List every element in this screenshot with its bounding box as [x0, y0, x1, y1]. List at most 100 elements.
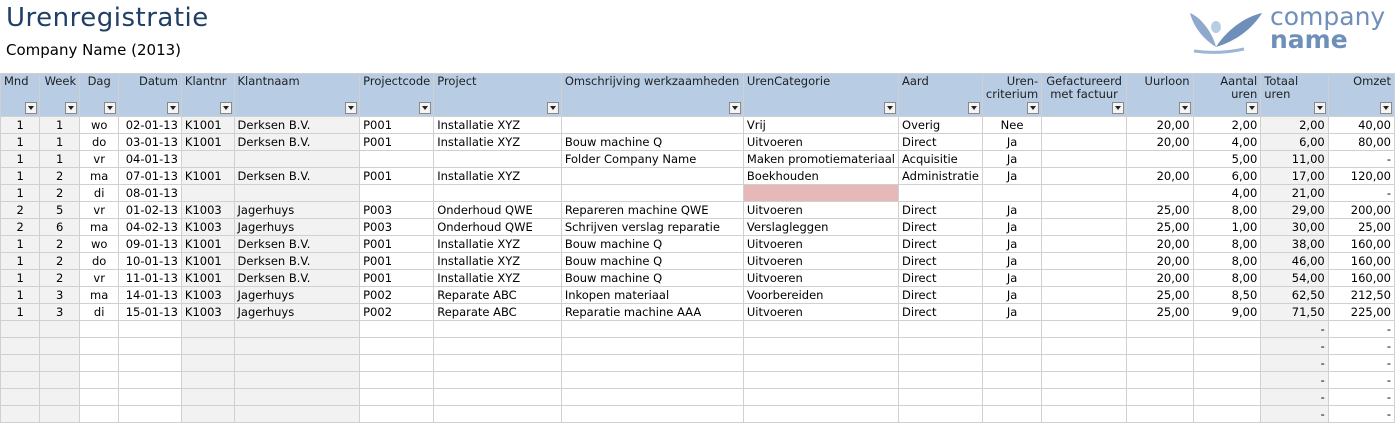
cell-uurloon[interactable]: 20,00 — [1125, 252, 1194, 270]
cell-omschrijving-werkzaamheden[interactable] — [560, 388, 744, 406]
cell-week[interactable]: 2 — [39, 184, 81, 202]
cell-aard[interactable]: Acquisitie — [898, 150, 983, 168]
cell-dag[interactable]: ma — [79, 167, 120, 185]
cell-uren-criterium[interactable]: Ja — [981, 286, 1043, 304]
cell-urencategorie[interactable] — [742, 371, 900, 389]
cell-datum[interactable]: 15-01-13 — [118, 303, 182, 321]
cell-project[interactable]: Installatie XYZ — [433, 167, 562, 185]
cell-project[interactable] — [433, 371, 562, 389]
cell-totaal-uren[interactable]: 6,00 — [1260, 133, 1329, 151]
cell-totaal-uren[interactable]: 62,50 — [1260, 286, 1329, 304]
cell-projectcode[interactable]: P001 — [359, 133, 435, 151]
cell-aard[interactable] — [898, 354, 983, 372]
cell-project[interactable]: Installatie XYZ — [433, 269, 562, 287]
cell-aard[interactable]: Direct — [898, 133, 983, 151]
cell-uren-criterium[interactable]: Ja — [981, 150, 1043, 168]
cell-aantal-uren[interactable] — [1192, 388, 1262, 406]
cell-datum[interactable]: 11-01-13 — [118, 269, 182, 287]
cell-totaal-uren[interactable]: 30,00 — [1260, 218, 1329, 236]
cell-week[interactable]: 1 — [39, 116, 81, 134]
cell-urencategorie[interactable]: Vrij — [742, 116, 900, 134]
cell-klantnaam[interactable]: Derksen B.V. — [233, 252, 361, 270]
cell-project[interactable] — [433, 405, 562, 423]
cell-klantnr[interactable] — [180, 337, 235, 355]
cell-project[interactable]: Reparate ABC — [433, 286, 562, 304]
cell-aantal-uren[interactable]: 4,00 — [1192, 133, 1262, 151]
cell-uren-criterium[interactable] — [981, 320, 1043, 338]
cell-week[interactable]: 1 — [39, 133, 81, 151]
cell-datum[interactable]: 03-01-13 — [118, 133, 182, 151]
cell-mnd[interactable] — [0, 337, 41, 355]
cell-totaal-uren[interactable]: 71,50 — [1260, 303, 1329, 321]
cell-mnd[interactable]: 1 — [0, 252, 41, 270]
cell-aard[interactable]: Direct — [898, 235, 983, 253]
cell-uurloon[interactable] — [1125, 184, 1194, 202]
cell-projectcode[interactable]: P001 — [359, 167, 435, 185]
cell-projectcode[interactable]: P003 — [359, 201, 435, 219]
cell-totaal-uren[interactable]: - — [1260, 405, 1329, 423]
cell-uurloon[interactable] — [1125, 371, 1194, 389]
cell-omzet[interactable]: 25,00 — [1327, 218, 1395, 236]
cell-uren-criterium[interactable] — [981, 337, 1043, 355]
filter-dropdown-icon[interactable] — [728, 102, 741, 114]
cell-aantal-uren[interactable]: 5,00 — [1192, 150, 1262, 168]
cell-gefactureerd-met-factuur[interactable] — [1041, 286, 1127, 304]
cell-week[interactable]: 1 — [39, 150, 81, 168]
cell-uurloon[interactable]: 20,00 — [1125, 235, 1194, 253]
cell-urencategorie[interactable]: Maken promotiemateriaal — [742, 150, 900, 168]
cell-klantnaam[interactable]: Derksen B.V. — [233, 235, 361, 253]
cell-omschrijving-werkzaamheden[interactable]: Folder Company Name — [560, 150, 744, 168]
cell-mnd[interactable] — [0, 320, 41, 338]
cell-datum[interactable]: 02-01-13 — [118, 116, 182, 134]
cell-omzet[interactable]: 120,00 — [1327, 167, 1395, 185]
cell-projectcode[interactable] — [359, 320, 435, 338]
cell-omschrijving-werkzaamheden[interactable]: Bouw machine Q — [560, 252, 744, 270]
filter-dropdown-icon[interactable] — [65, 102, 78, 114]
cell-gefactureerd-met-factuur[interactable] — [1041, 218, 1127, 236]
cell-urencategorie[interactable]: Boekhouden — [742, 167, 900, 185]
cell-projectcode[interactable]: P002 — [359, 286, 435, 304]
cell-klantnaam[interactable]: Derksen B.V. — [233, 116, 361, 134]
cell-klantnaam[interactable]: Jagerhuys — [233, 303, 361, 321]
cell-aantal-uren[interactable]: 8,00 — [1192, 269, 1262, 287]
cell-gefactureerd-met-factuur[interactable] — [1041, 303, 1127, 321]
cell-uren-criterium[interactable]: Ja — [981, 235, 1043, 253]
cell-aantal-uren[interactable]: 8,00 — [1192, 252, 1262, 270]
cell-klantnaam[interactable]: Derksen B.V. — [233, 167, 361, 185]
cell-omschrijving-werkzaamheden[interactable] — [560, 354, 744, 372]
cell-week[interactable]: 2 — [39, 269, 81, 287]
cell-aard[interactable]: Direct — [898, 252, 983, 270]
cell-klantnr[interactable] — [180, 354, 235, 372]
cell-urencategorie[interactable] — [742, 320, 900, 338]
cell-urencategorie[interactable]: Uitvoeren — [742, 303, 900, 321]
cell-gefactureerd-met-factuur[interactable] — [1041, 320, 1127, 338]
cell-project[interactable]: Installatie XYZ — [433, 133, 562, 151]
cell-totaal-uren[interactable]: - — [1260, 337, 1329, 355]
cell-omzet[interactable]: 225,00 — [1327, 303, 1395, 321]
cell-aantal-uren[interactable]: 8,00 — [1192, 201, 1262, 219]
filter-dropdown-icon[interactable] — [1313, 102, 1326, 114]
filter-dropdown-icon[interactable] — [1111, 102, 1124, 114]
cell-uurloon[interactable] — [1125, 354, 1194, 372]
cell-omzet[interactable]: 160,00 — [1327, 235, 1395, 253]
cell-mnd[interactable] — [0, 388, 41, 406]
cell-klantnr[interactable]: K1001 — [180, 133, 235, 151]
cell-omzet[interactable]: - — [1327, 354, 1395, 372]
cell-aard[interactable] — [898, 184, 983, 202]
cell-uren-criterium[interactable]: Ja — [981, 201, 1043, 219]
cell-mnd[interactable]: 1 — [0, 235, 41, 253]
cell-dag[interactable]: vr — [79, 150, 120, 168]
cell-mnd[interactable] — [0, 371, 41, 389]
cell-uurloon[interactable] — [1125, 405, 1194, 423]
cell-urencategorie[interactable] — [742, 184, 900, 202]
cell-totaal-uren[interactable]: 2,00 — [1260, 116, 1329, 134]
cell-klantnaam[interactable] — [233, 337, 361, 355]
cell-omschrijving-werkzaamheden[interactable]: Reparatie machine AAA — [560, 303, 744, 321]
filter-dropdown-icon[interactable] — [1380, 102, 1392, 114]
cell-projectcode[interactable] — [359, 150, 435, 168]
cell-aard[interactable]: Direct — [898, 201, 983, 219]
filter-dropdown-icon[interactable] — [419, 102, 432, 114]
cell-gefactureerd-met-factuur[interactable] — [1041, 337, 1127, 355]
cell-klantnr[interactable]: K1001 — [180, 269, 235, 287]
cell-omschrijving-werkzaamheden[interactable] — [560, 184, 744, 202]
